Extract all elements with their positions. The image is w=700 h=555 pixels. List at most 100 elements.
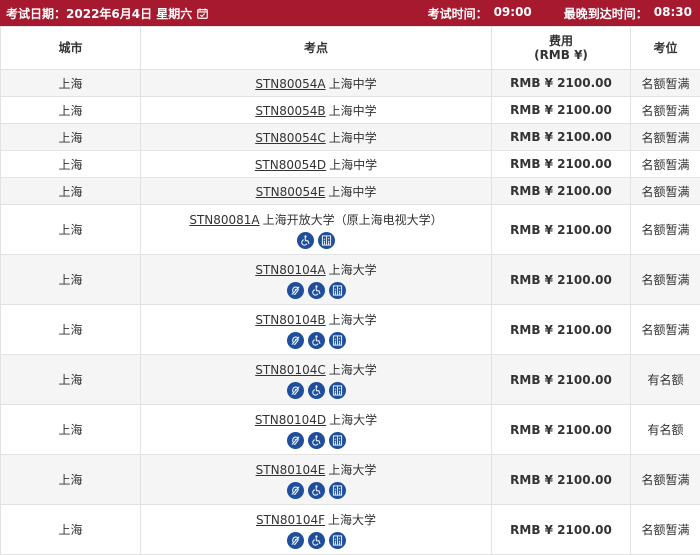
- wheelchair-icon[interactable]: [308, 282, 325, 299]
- table-header-row: 城市 考点 费用(RMB ¥) 考位: [1, 27, 700, 70]
- elevator-icon[interactable]: [329, 382, 346, 399]
- exam-date-value: 2022年6月4日 星期六: [66, 5, 192, 22]
- site-code-link[interactable]: STN80104B: [255, 313, 325, 327]
- site-code-link[interactable]: STN80054B: [255, 104, 325, 118]
- exam-time-value: 09:00: [494, 5, 532, 22]
- accessibility-icons: [141, 482, 491, 499]
- col-header-site: 考点: [141, 27, 492, 70]
- wheelchair-icon[interactable]: [308, 482, 325, 499]
- city-cell: 上海: [1, 305, 141, 355]
- accessibility-icons: [141, 332, 491, 349]
- site-line: STN80054D上海中学: [141, 156, 491, 173]
- hearing-icon[interactable]: [287, 382, 304, 399]
- site-code-link[interactable]: STN80104F: [256, 513, 325, 527]
- fee-cell: RMB ¥ 2100.00: [492, 124, 631, 151]
- site-code-link[interactable]: STN80081A: [189, 213, 259, 227]
- site-line: STN80081A 上海开放大学（原上海电视大学）: [141, 211, 491, 228]
- exam-info-bar: 考试日期： 2022年6月4日 星期六 考试时间： 09:00 最晚到达时间： …: [0, 0, 700, 26]
- table-row: 上海STN80104B上海大学RMB ¥ 2100.00名额暂满: [1, 305, 700, 355]
- fee-cell: RMB ¥ 2100.00: [492, 505, 631, 555]
- seat-status-cell: 名额暂满: [631, 255, 700, 305]
- site-line: STN80054C 上海中学: [141, 129, 491, 146]
- site-cell: STN80104C 上海大学: [141, 355, 492, 405]
- accessibility-icons: [141, 282, 491, 299]
- elevator-icon[interactable]: [329, 432, 346, 449]
- wheelchair-icon[interactable]: [308, 532, 325, 549]
- site-name: 上海中学: [329, 158, 377, 172]
- accessibility-icons: [141, 382, 491, 399]
- accessibility-icons: [141, 432, 491, 449]
- fee-cell: RMB ¥ 2100.00: [492, 178, 631, 205]
- site-code-link[interactable]: STN80054D: [255, 158, 326, 172]
- table-row: 上海STN80104F上海大学RMB ¥ 2100.00名额暂满: [1, 505, 700, 555]
- hearing-icon[interactable]: [287, 532, 304, 549]
- table-row: 上海STN80054B上海中学RMB ¥ 2100.00名额暂满: [1, 97, 700, 124]
- latest-arrival-label: 最晚到达时间：: [564, 5, 648, 22]
- site-line: STN80104E上海大学: [141, 461, 491, 478]
- site-name: 上海大学: [329, 263, 377, 277]
- site-cell: STN80104D上海大学: [141, 405, 492, 455]
- site-code-link[interactable]: STN80104D: [255, 413, 326, 427]
- elevator-icon[interactable]: [329, 282, 346, 299]
- elevator-icon[interactable]: [318, 232, 335, 249]
- site-code-link[interactable]: STN80054E: [256, 185, 326, 199]
- seat-status-cell: 名额暂满: [631, 205, 700, 255]
- site-name: 上海大学: [328, 513, 376, 527]
- city-cell: 上海: [1, 255, 141, 305]
- table-row: 上海STN80054D上海中学RMB ¥ 2100.00名额暂满: [1, 151, 700, 178]
- seat-status-cell: 名额暂满: [631, 97, 700, 124]
- col-header-fee: 费用(RMB ¥): [492, 27, 631, 70]
- wheelchair-icon[interactable]: [308, 332, 325, 349]
- exam-time-label: 考试时间：: [428, 5, 488, 22]
- elevator-icon[interactable]: [329, 532, 346, 549]
- site-line: STN80104A 上海大学: [141, 261, 491, 278]
- wheelchair-icon[interactable]: [297, 232, 314, 249]
- hearing-icon[interactable]: [287, 332, 304, 349]
- site-cell: STN80104A 上海大学: [141, 255, 492, 305]
- site-code-link[interactable]: STN80054C: [255, 131, 325, 145]
- site-code-link[interactable]: STN80104C: [255, 363, 325, 377]
- seat-status-cell: 名额暂满: [631, 305, 700, 355]
- elevator-icon[interactable]: [329, 332, 346, 349]
- hearing-icon[interactable]: [287, 482, 304, 499]
- accessibility-icons: [141, 532, 491, 549]
- wheelchair-icon[interactable]: [308, 432, 325, 449]
- wheelchair-icon[interactable]: [308, 382, 325, 399]
- seat-status-cell: 有名额: [631, 355, 700, 405]
- test-center-table: 城市 考点 费用(RMB ¥) 考位 上海 STN80054A 上海中学 RMB ¥ …: [0, 26, 700, 555]
- site-name: 上海大学: [329, 363, 377, 377]
- site-cell: STN80054D上海中学: [141, 151, 492, 178]
- table-row: 上海STN80104D上海大学RMB ¥ 2100.00有名额: [1, 405, 700, 455]
- seat-status-cell: 名额暂满: [631, 70, 700, 97]
- site-cell: STN80104B上海大学: [141, 305, 492, 355]
- table-row: 上海STN80054A上海中学RMB ¥ 2100.00名额暂满: [1, 70, 700, 97]
- hearing-icon[interactable]: [287, 432, 304, 449]
- city-cell: 上海: [1, 455, 141, 505]
- seat-status-cell: 名额暂满: [631, 455, 700, 505]
- site-line: STN80104C 上海大学: [141, 361, 491, 378]
- site-code-link[interactable]: STN80104A: [255, 263, 325, 277]
- site-cell: STN80054B上海中学: [141, 97, 492, 124]
- fee-cell: RMB ¥ 2100.00: [492, 305, 631, 355]
- table-row: 上海STN80054E上海中学RMB ¥ 2100.00名额暂满: [1, 178, 700, 205]
- site-cell: STN80054C 上海中学: [141, 124, 492, 151]
- site-name: 上海开放大学（原上海电视大学）: [263, 213, 443, 227]
- col-header-fee-text: 费用(RMB ¥): [534, 34, 588, 62]
- site-code-link[interactable]: STN80054A: [255, 77, 325, 91]
- table-row: 上海STN80081A上海开放大学（原上海电视大学）RMB ¥ 2100.00名…: [1, 205, 700, 255]
- elevator-icon[interactable]: [329, 482, 346, 499]
- fee-cell: RMB ¥ 2100.00: [492, 255, 631, 305]
- site-name: 上海中学: [329, 77, 377, 91]
- site-cell: STN80104E上海大学: [141, 455, 492, 505]
- hearing-icon[interactable]: [287, 282, 304, 299]
- site-line: STN80054E上海中学: [141, 183, 491, 200]
- city-cell: 上海: [1, 178, 141, 205]
- site-name: 上海中学: [329, 131, 377, 145]
- exam-date-group: 考试日期： 2022年6月4日 星期六: [6, 5, 208, 22]
- fee-cell: RMB ¥ 2100.00: [492, 205, 631, 255]
- seat-status-cell: 名额暂满: [631, 124, 700, 151]
- city-cell: 上海: [1, 505, 141, 555]
- site-code-link[interactable]: STN80104E: [256, 463, 326, 477]
- col-header-city: 城市: [1, 27, 141, 70]
- calendar-icon[interactable]: [197, 8, 208, 19]
